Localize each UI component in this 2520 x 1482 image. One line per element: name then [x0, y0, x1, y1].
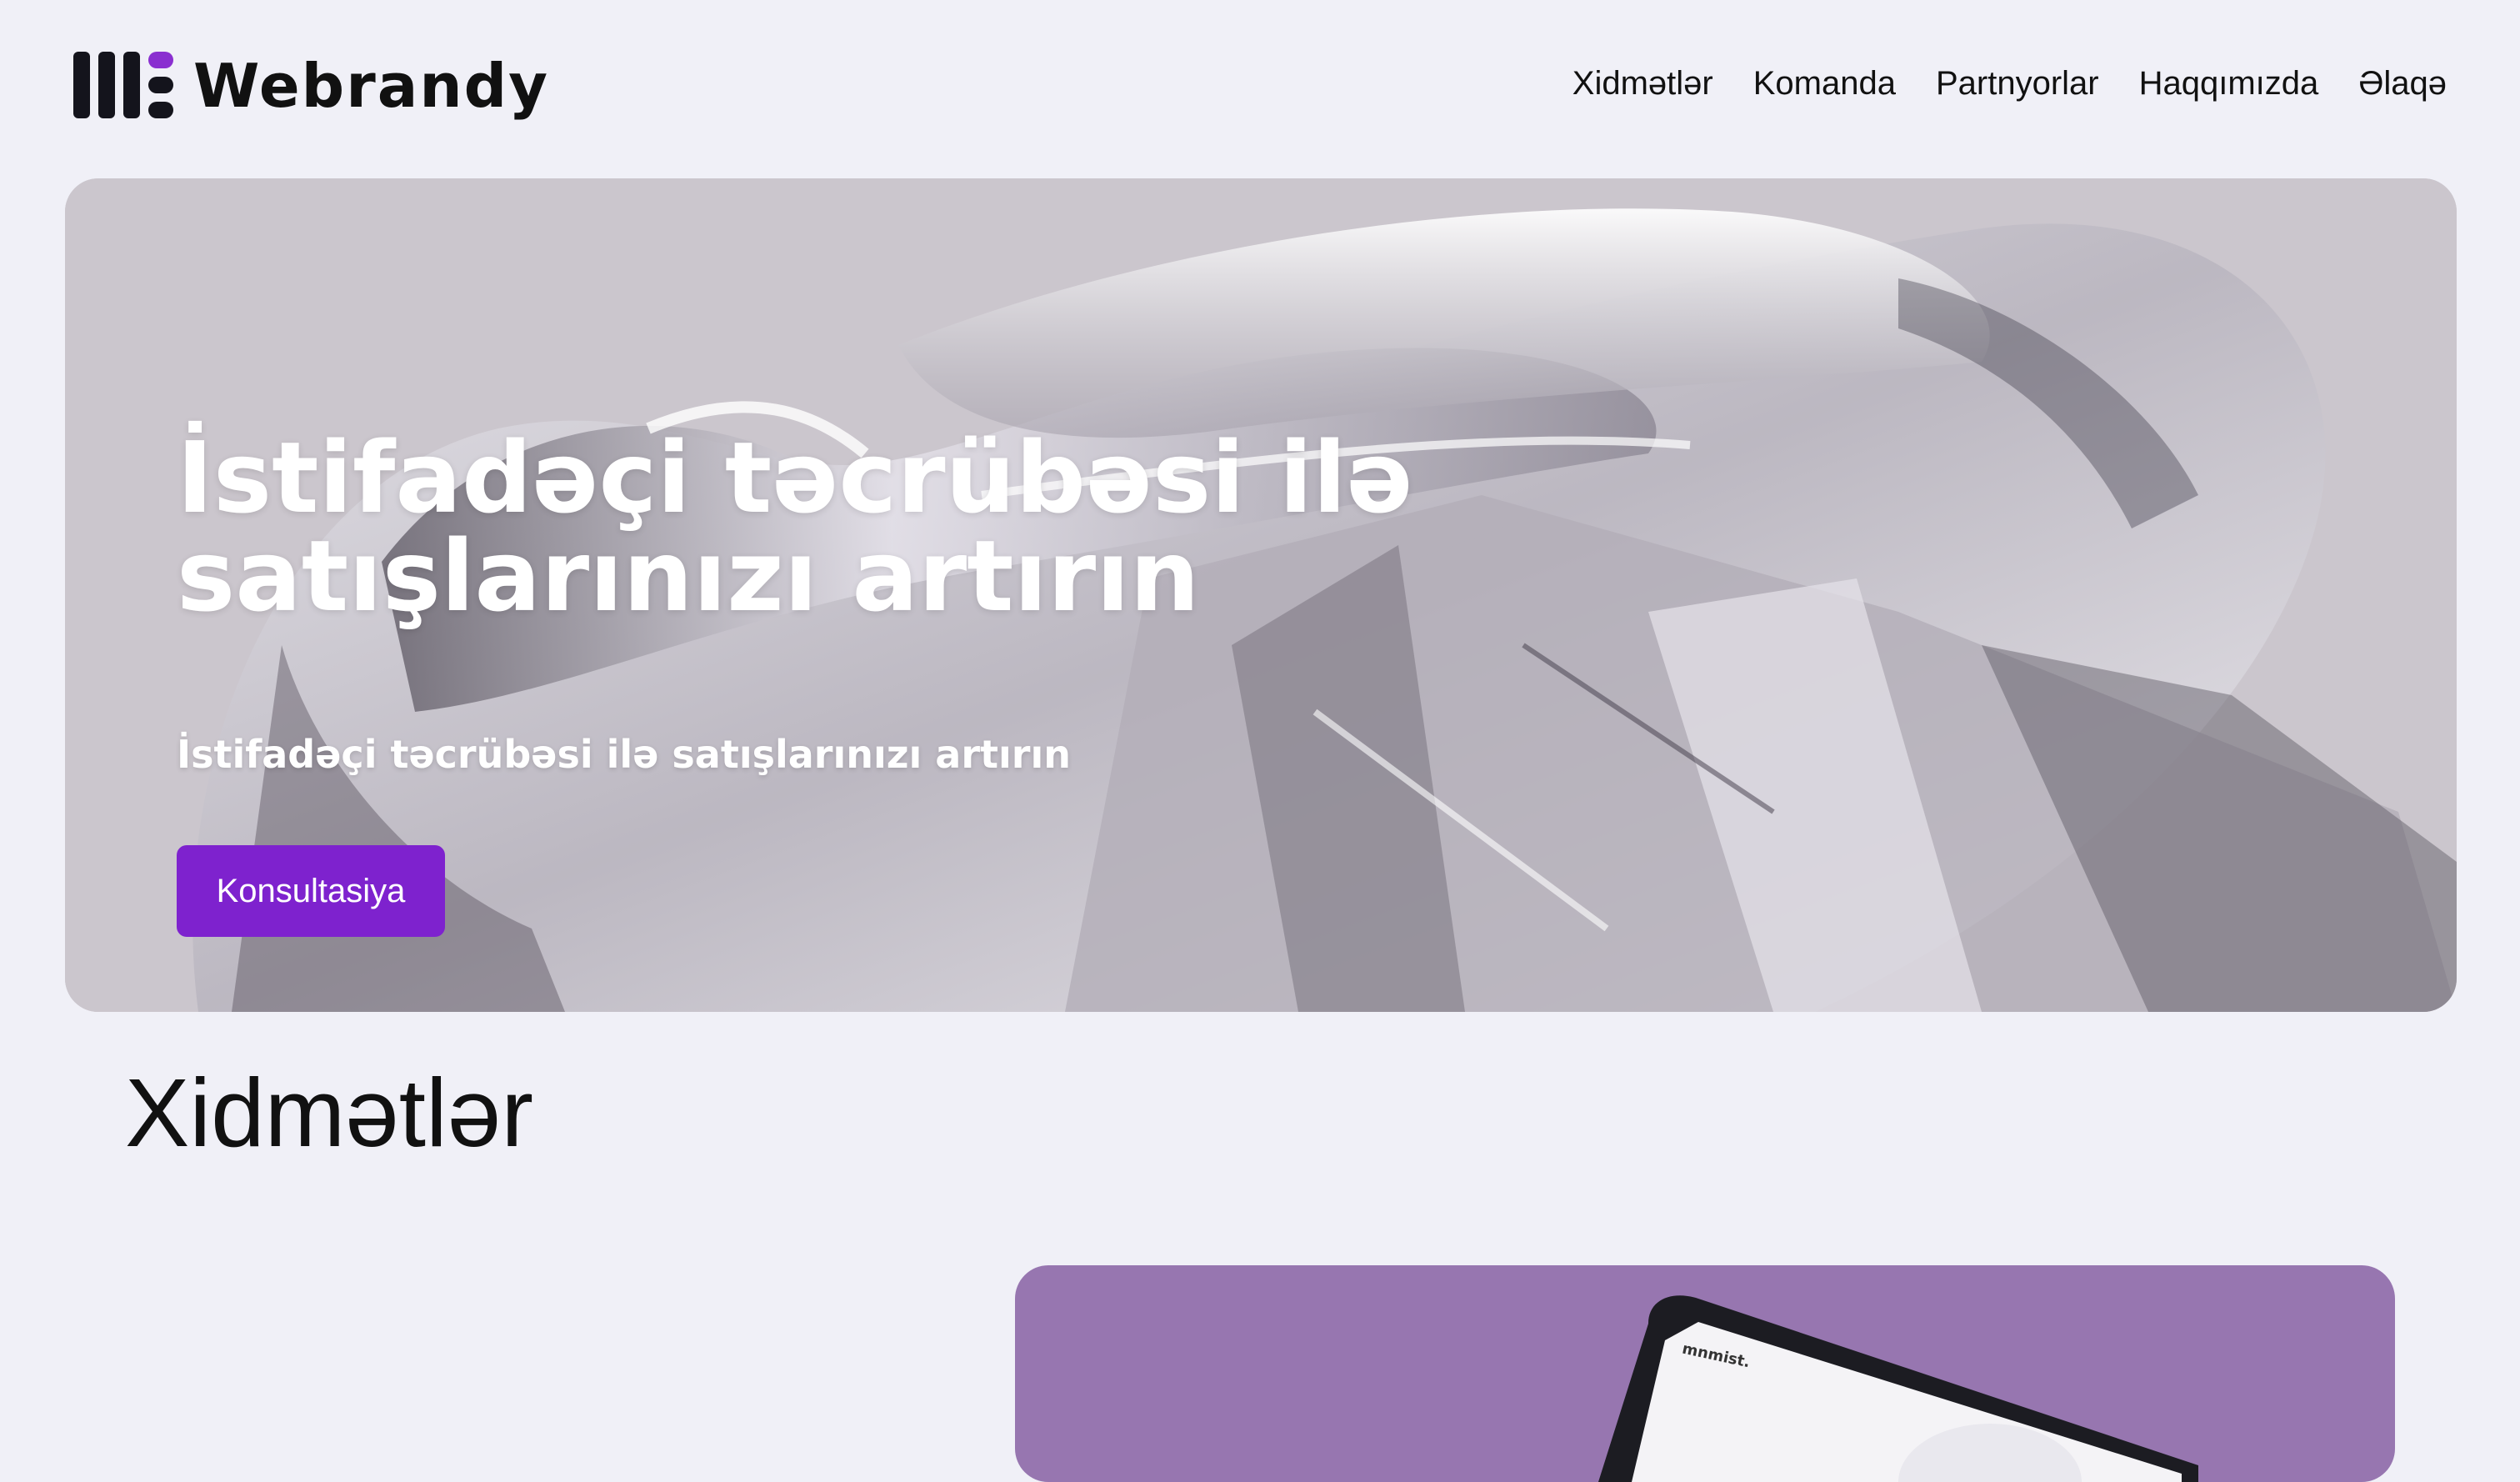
nav-item-about[interactable]: Haqqımızda — [2139, 65, 2319, 103]
hero-banner: İstifadəçi təcrübəsi ilə satışlarınızı a… — [65, 178, 2457, 1012]
nav-item-team[interactable]: Komanda — [1753, 65, 1896, 103]
nav-item-partners[interactable]: Partnyorlar — [1936, 65, 2099, 103]
nav-item-contact[interactable]: Əlaqə — [2358, 65, 2447, 103]
consultation-button[interactable]: Konsultasiya — [177, 845, 445, 937]
service-card[interactable]: mnmist. — [1015, 1265, 2395, 1482]
main-nav: Xidmətlər Komanda Partnyorlar Haqqımızda… — [1572, 65, 2447, 103]
nav-item-services[interactable]: Xidmətlər — [1572, 65, 1713, 103]
logo-text: Webrandy — [193, 51, 550, 121]
services-heading: Xidmətlər — [125, 1059, 533, 1167]
site-header: Webrandy Xidmətlər Komanda Partnyorlar H… — [0, 0, 2520, 178]
laptop-image — [1598, 1295, 2198, 1482]
logo-mark-icon — [73, 48, 175, 123]
hero-subtitle: İstifadəçi təcrübəsi ilə satışlarınızı a… — [177, 732, 1071, 777]
hero-title: İstifadəçi təcrübəsi ilə satışlarınızı a… — [177, 420, 1413, 633]
site-logo[interactable]: Webrandy — [73, 48, 549, 123]
